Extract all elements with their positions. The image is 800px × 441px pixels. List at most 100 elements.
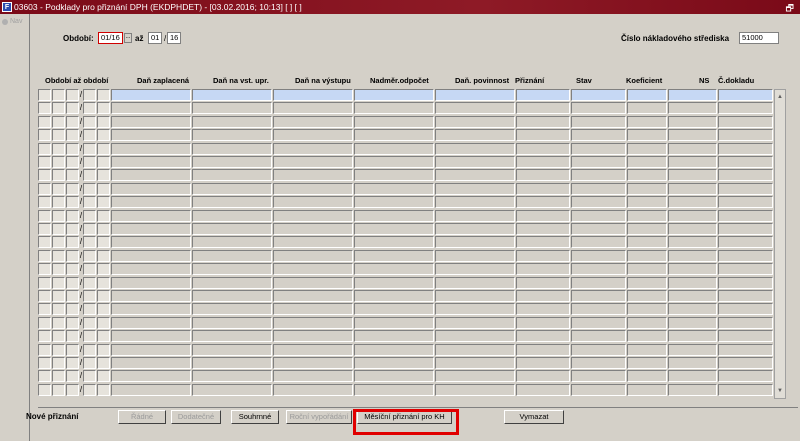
table-cell[interactable]	[571, 209, 626, 222]
table-cell[interactable]	[111, 330, 191, 343]
table-cell[interactable]	[66, 357, 79, 369]
table-cell[interactable]	[668, 343, 717, 356]
table-cell[interactable]	[111, 89, 191, 101]
table-cell[interactable]	[718, 129, 773, 142]
table-cell[interactable]	[111, 142, 191, 155]
table-cell[interactable]	[571, 383, 626, 396]
table-cell[interactable]	[111, 209, 191, 222]
table-cell[interactable]	[192, 196, 272, 209]
table-cell[interactable]	[111, 357, 191, 369]
table-cell[interactable]	[718, 196, 773, 209]
obdobi-from-input[interactable]: 01/16	[98, 32, 123, 44]
table-cell[interactable]	[66, 129, 79, 142]
table-cell[interactable]	[718, 383, 773, 396]
table-cell[interactable]	[571, 316, 626, 329]
table-cell[interactable]	[111, 156, 191, 168]
table-cell[interactable]	[354, 209, 434, 222]
table-cell[interactable]	[273, 343, 353, 356]
table-cell[interactable]	[192, 249, 272, 262]
table-cell[interactable]	[627, 209, 667, 222]
table-cell[interactable]	[571, 156, 626, 168]
table-cell[interactable]	[192, 102, 272, 115]
table-cell[interactable]	[627, 115, 667, 128]
table-cell[interactable]	[627, 263, 667, 276]
table-cell[interactable]	[354, 236, 434, 249]
table-cell[interactable]	[571, 303, 626, 316]
table-cell[interactable]	[571, 276, 626, 289]
table-cell[interactable]	[668, 263, 717, 276]
table-cell[interactable]	[83, 303, 96, 316]
table-cell[interactable]	[668, 316, 717, 329]
table-cell[interactable]	[97, 196, 110, 209]
table-cell[interactable]	[97, 303, 110, 316]
table-cell[interactable]	[627, 156, 667, 168]
table-cell[interactable]	[97, 156, 110, 168]
table-cell[interactable]	[111, 316, 191, 329]
table-cell[interactable]	[83, 209, 96, 222]
table-cell[interactable]	[111, 196, 191, 209]
table-cell[interactable]	[52, 102, 65, 115]
table-cell[interactable]	[627, 102, 667, 115]
table-cell[interactable]	[627, 89, 667, 101]
table-cell[interactable]	[516, 236, 570, 249]
table-cell[interactable]	[354, 343, 434, 356]
table-cell[interactable]	[516, 102, 570, 115]
table-cell[interactable]	[52, 263, 65, 276]
table-cell[interactable]	[66, 316, 79, 329]
table-cell[interactable]	[192, 169, 272, 182]
table-cell[interactable]	[38, 370, 51, 383]
table-cell[interactable]	[435, 129, 515, 142]
table-cell[interactable]	[516, 249, 570, 262]
table-cell[interactable]	[571, 343, 626, 356]
table-cell[interactable]	[273, 357, 353, 369]
table-cell[interactable]	[66, 383, 79, 396]
table-cell[interactable]	[627, 330, 667, 343]
table-cell[interactable]	[435, 290, 515, 302]
table-cell[interactable]	[52, 330, 65, 343]
table-cell[interactable]	[66, 169, 79, 182]
table-cell[interactable]	[571, 182, 626, 195]
table-cell[interactable]	[66, 89, 79, 101]
table-cell[interactable]	[192, 276, 272, 289]
table-cell[interactable]	[571, 330, 626, 343]
table-cell[interactable]	[97, 236, 110, 249]
table-cell[interactable]	[354, 249, 434, 262]
table-cell[interactable]	[38, 182, 51, 195]
table-cell[interactable]	[83, 102, 96, 115]
table-cell[interactable]	[83, 89, 96, 101]
table-cell[interactable]	[718, 357, 773, 369]
table-cell[interactable]	[718, 276, 773, 289]
table-cell[interactable]	[571, 129, 626, 142]
table-cell[interactable]	[97, 343, 110, 356]
table-cell[interactable]	[52, 156, 65, 168]
scroll-up-icon[interactable]: ▲	[775, 92, 785, 102]
table-cell[interactable]	[627, 316, 667, 329]
table-cell[interactable]	[83, 129, 96, 142]
table-cell[interactable]	[273, 169, 353, 182]
table-cell[interactable]	[435, 156, 515, 168]
table-cell[interactable]	[273, 249, 353, 262]
table-cell[interactable]	[83, 276, 96, 289]
table-cell[interactable]	[192, 156, 272, 168]
table-cell[interactable]	[111, 303, 191, 316]
table-cell[interactable]	[111, 290, 191, 302]
table-cell[interactable]	[66, 156, 79, 168]
table-cell[interactable]	[627, 182, 667, 195]
table-cell[interactable]	[38, 142, 51, 155]
table-cell[interactable]	[111, 343, 191, 356]
table-cell[interactable]	[38, 303, 51, 316]
table-cell[interactable]	[52, 223, 65, 235]
table-cell[interactable]	[627, 370, 667, 383]
table-cell[interactable]	[273, 236, 353, 249]
table-cell[interactable]	[273, 316, 353, 329]
table-cell[interactable]	[97, 276, 110, 289]
table-cell[interactable]	[435, 330, 515, 343]
nav-item[interactable]: Nav	[2, 18, 22, 25]
table-cell[interactable]	[273, 223, 353, 235]
table-cell[interactable]	[571, 142, 626, 155]
table-cell[interactable]	[52, 182, 65, 195]
table-cell[interactable]	[97, 223, 110, 235]
table-cell[interactable]	[435, 223, 515, 235]
table-cell[interactable]	[52, 236, 65, 249]
table-cell[interactable]	[111, 276, 191, 289]
